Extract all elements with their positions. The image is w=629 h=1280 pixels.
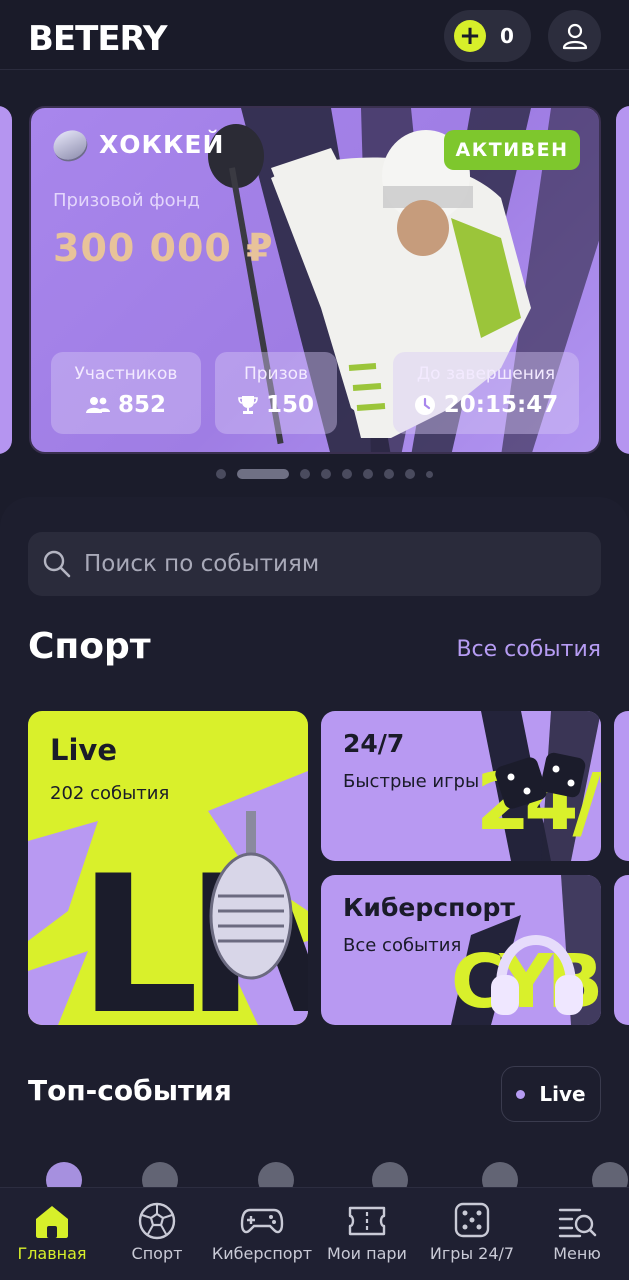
- nav-menu[interactable]: Меню: [525, 1188, 629, 1280]
- live-dot-icon: [516, 1089, 526, 1099]
- prize-fund-amount: 300 000 ₽: [53, 226, 274, 270]
- compass-icon[interactable]: [46, 1162, 82, 1190]
- tournament-banner[interactable]: ХОККЕЙ АКТИВЕН Призовой фонд 300 000 ₽ У…: [29, 106, 601, 454]
- search-bar[interactable]: [28, 532, 601, 596]
- quick-games-tile[interactable]: 24/7 24/7 Быстрые игры: [321, 711, 601, 861]
- pagination-dot[interactable]: [342, 469, 352, 479]
- pagination-dot[interactable]: [321, 469, 331, 479]
- balance-amount: 0: [500, 24, 514, 48]
- deposit-plus-icon[interactable]: +: [454, 20, 486, 52]
- live-tile-subtitle: 202 события: [50, 783, 170, 804]
- bottom-navigation: Главная Спорт Киберспорт Мои пари Игры 2…: [0, 1187, 629, 1280]
- pagination-dot[interactable]: [405, 469, 415, 479]
- nav-label: Спорт: [131, 1244, 183, 1263]
- stat-value: 20:15:47: [443, 392, 559, 418]
- profile-button[interactable]: [548, 10, 601, 62]
- menu-search-icon: [558, 1208, 597, 1238]
- carousel-pagination: [216, 469, 444, 479]
- quick-games-subtitle: Быстрые игры: [343, 771, 480, 792]
- home-icon: [36, 1206, 68, 1238]
- esports-tile[interactable]: CYBEI Киберспорт Все события: [321, 875, 601, 1025]
- trophy-icon: [238, 396, 258, 414]
- esports-title: Киберспорт: [343, 893, 515, 922]
- next-banner-peek[interactable]: [616, 106, 629, 454]
- live-tile-title: Live: [50, 733, 117, 767]
- sport-name: ХОККЕЙ: [99, 130, 225, 159]
- prev-banner-peek[interactable]: [0, 106, 12, 454]
- nav-label: Мои пари: [327, 1244, 407, 1263]
- next-tile-peek[interactable]: [614, 711, 629, 861]
- stat-label: До завершения: [416, 364, 556, 384]
- nav-label: Меню: [553, 1244, 601, 1263]
- quick-games-title: 24/7: [343, 729, 405, 758]
- users-icon: [85, 397, 110, 413]
- ticket-icon: [348, 1206, 386, 1236]
- nav-esports[interactable]: Киберспорт: [210, 1188, 314, 1280]
- soccer-ball-icon[interactable]: [142, 1162, 178, 1190]
- stat-participants: Участников 852: [51, 352, 201, 434]
- hockey-puck-icon[interactable]: [372, 1162, 408, 1190]
- sport-filter-row: [0, 1158, 629, 1190]
- stat-prizes: Призов 150: [215, 352, 337, 434]
- top-header: BETERY + 0: [0, 0, 629, 70]
- nav-label: Киберспорт: [211, 1244, 313, 1263]
- all-events-link[interactable]: Все события: [456, 637, 601, 662]
- nav-sport[interactable]: Спорт: [105, 1188, 209, 1280]
- search-input[interactable]: [84, 551, 564, 577]
- top-events-title: Топ-события: [28, 1074, 232, 1107]
- pagination-dot[interactable]: [384, 469, 394, 479]
- tennis-ball-icon[interactable]: [592, 1162, 628, 1190]
- live-tile[interactable]: LIVE Live 202 события: [28, 711, 308, 1025]
- stat-label: Призов: [243, 364, 309, 384]
- pagination-dot[interactable]: [363, 469, 373, 479]
- prize-fund-label: Призовой фонд: [53, 190, 200, 211]
- betery-logo[interactable]: BETERY: [28, 19, 167, 59]
- nav-label: Главная: [17, 1244, 87, 1263]
- pagination-dot[interactable]: [426, 470, 433, 478]
- stat-value: 150: [265, 392, 314, 418]
- status-badge: АКТИВЕН: [444, 130, 580, 170]
- pagination-dot[interactable]: [216, 469, 226, 479]
- stat-label: Участников: [74, 364, 178, 384]
- live-filter-label: Live: [539, 1082, 586, 1106]
- nav-games-247[interactable]: Игры 24/7: [420, 1188, 524, 1280]
- stat-value: 852: [117, 392, 166, 418]
- dice-icon: [454, 1202, 490, 1238]
- hockey-puck-icon: [48, 124, 92, 165]
- esports-subtitle: Все события: [343, 935, 462, 956]
- gamepad-icon: [240, 1208, 284, 1234]
- sport-section-title: Спорт: [28, 626, 151, 667]
- logo-text: BETERY: [28, 19, 167, 59]
- pagination-dot[interactable]: [300, 469, 310, 479]
- live-filter-button[interactable]: Live: [501, 1066, 601, 1122]
- search-icon: [43, 550, 71, 578]
- basketball-icon[interactable]: [482, 1162, 518, 1190]
- pagination-dot-active[interactable]: [237, 469, 289, 479]
- gamepad-icon[interactable]: [258, 1162, 294, 1190]
- clock-icon: [414, 395, 435, 415]
- stat-time-left: До завершения 20:15:47: [393, 352, 579, 434]
- nav-label: Игры 24/7: [429, 1244, 515, 1263]
- nav-my-bets[interactable]: Мои пари: [315, 1188, 419, 1280]
- user-icon: [562, 23, 587, 50]
- next-tile-peek[interactable]: [614, 875, 629, 1025]
- nav-home[interactable]: Главная: [0, 1188, 104, 1280]
- balance-button[interactable]: + 0: [444, 10, 531, 62]
- sport-heading: ХОККЕЙ: [48, 124, 225, 165]
- soccer-ball-icon: [138, 1202, 176, 1240]
